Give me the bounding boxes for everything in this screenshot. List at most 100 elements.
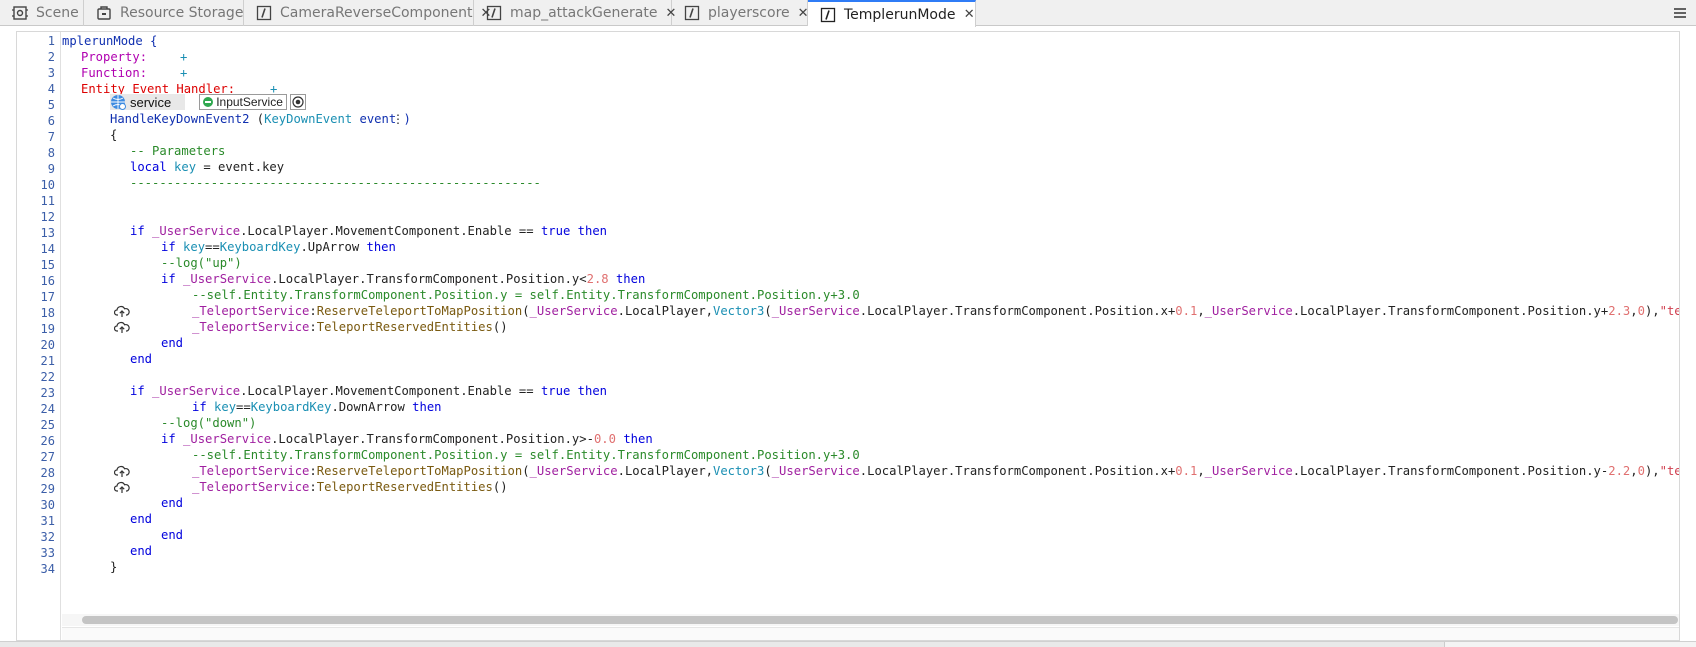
code-line: _TeleportService:TeleportReservedEntitie… [192, 320, 508, 334]
line-number: 14 [40, 242, 55, 256]
code-line: Property: [81, 49, 147, 65]
code-line: local key = event.key [130, 160, 285, 174]
service-type-value: InputService [216, 95, 283, 109]
tab-camerareversecomponent[interactable]: CameraReverseComponent ✕ [244, 0, 491, 26]
code-line: end [130, 352, 153, 366]
line-number: 18 [40, 306, 55, 320]
event-service-row: service InputService [110, 94, 306, 110]
upload-icon[interactable] [113, 319, 130, 335]
line-number: 34 [40, 562, 55, 576]
code-line: Function: [81, 65, 147, 81]
line-number: 23 [40, 386, 55, 400]
line-number: 22 [40, 370, 55, 384]
scene-icon [12, 5, 28, 21]
script-icon [486, 5, 502, 21]
code-line: --self.Entity.TransformComponent.Positio… [192, 448, 860, 462]
line-number: 13 [40, 226, 55, 240]
target-icon[interactable] [289, 94, 306, 110]
hamburger-menu-icon[interactable] [1670, 3, 1690, 23]
service-label: service [130, 94, 172, 110]
tab-scene[interactable]: Scene [0, 0, 84, 26]
line-number: 16 [40, 274, 55, 288]
line-number: 29 [40, 482, 55, 496]
add-property-button[interactable]: + [180, 49, 187, 65]
editor-footer [62, 627, 1679, 640]
code-line: _TeleportService:TeleportReservedEntitie… [192, 480, 508, 494]
close-icon[interactable]: ✕ [798, 6, 809, 21]
upload-icon[interactable] [113, 479, 130, 495]
line-number: 19 [40, 322, 55, 336]
line-number: 32 [40, 530, 55, 544]
handler-name: HandleKeyDownEvent2 [110, 112, 250, 126]
line-number: 9 [47, 162, 55, 176]
remove-service-icon[interactable] [203, 97, 214, 107]
line-number: 17 [40, 290, 55, 304]
line-number: 7 [47, 130, 55, 144]
code-line: if _UserService.LocalPlayer.TransformCom… [161, 432, 653, 446]
line-number: 2 [47, 50, 55, 64]
close-icon[interactable]: ✕ [963, 7, 975, 22]
line-number: 21 [40, 354, 55, 368]
code-line: end [161, 336, 184, 350]
line-number: 28 [40, 466, 55, 480]
function-section-label: Function: [81, 66, 148, 80]
code-area[interactable]: mplerunMode { Property: + Function: + En… [62, 32, 1679, 614]
tab-playerscore[interactable]: playerscore ✕ [672, 0, 809, 26]
tab-label: Scene [36, 5, 79, 21]
line-number: 8 [47, 146, 55, 160]
status-bar-panel [1444, 642, 1696, 647]
code-line: HandleKeyDownEvent2 (KeyDownEvent event … [110, 112, 411, 126]
upload-icon[interactable] [113, 303, 130, 319]
code-line: --log("down") [161, 416, 257, 430]
property-section-label: Property: [81, 50, 148, 64]
line-number: 3 [47, 66, 55, 80]
code-line: end [130, 544, 153, 558]
code-line: --log("up") [161, 256, 242, 270]
code-line: ----------------------------------------… [130, 176, 541, 190]
code-line: end [161, 528, 184, 542]
line-number: 10 [40, 178, 55, 192]
code-line: _TeleportService:ReserveTeleportToMapPos… [192, 304, 1679, 318]
line-number: 20 [40, 338, 55, 352]
tab-resource-storage[interactable]: Resource Storage [84, 0, 244, 26]
code-line: mplerunMode { [62, 34, 158, 48]
line-number: 15 [40, 258, 55, 272]
code-line: end [130, 512, 153, 526]
service-type-field[interactable]: InputService [199, 94, 287, 110]
add-function-button[interactable]: + [180, 65, 187, 81]
line-number: 27 [40, 450, 55, 464]
code-line: if _UserService.LocalPlayer.TransformCom… [161, 272, 646, 286]
line-number: 5 [47, 98, 55, 112]
more-options-icon[interactable]: ⋮ [392, 111, 404, 127]
script-icon [256, 5, 272, 21]
tab-templerunmode[interactable]: TemplerunMode ✕ [808, 0, 976, 27]
globe-icon [110, 94, 126, 110]
code-line: end [161, 496, 184, 510]
tab-label: Resource Storage [120, 5, 244, 21]
upload-icon[interactable] [113, 463, 130, 479]
code-line: _TeleportService:ReserveTeleportToMapPos… [192, 464, 1679, 478]
code-line: --self.Entity.TransformComponent.Positio… [192, 288, 860, 302]
tab-label: CameraReverseComponent [280, 5, 473, 21]
code-line: } [110, 560, 118, 574]
code-line: if _UserService.LocalPlayer.MovementComp… [130, 384, 607, 398]
code-editor[interactable]: 1 2 3 4 5 6 7 8 9 10 11 12 13 14 15 16 17 18 19 20 21 22 23 24 2… [16, 31, 1680, 641]
code-line: if key==KeyboardKey.UpArrow then [161, 240, 396, 254]
tab-label: TemplerunMode [844, 6, 956, 23]
line-number: 12 [40, 210, 55, 224]
horizontal-scrollbar[interactable] [62, 614, 1679, 626]
line-number: 6 [47, 114, 55, 128]
tab-bar: Scene Resource Storage CameraReverseComp… [0, 0, 1696, 27]
service-selector[interactable]: service [110, 94, 186, 110]
line-number: 33 [40, 546, 55, 560]
scrollbar-thumb[interactable] [82, 616, 1678, 624]
code-line: -- Parameters [130, 144, 226, 158]
line-number: 25 [40, 418, 55, 432]
code-line: { [110, 128, 118, 142]
tab-label: playerscore [708, 5, 790, 21]
tab-map-attackgenerate[interactable]: map_attackGenerate ✕ [474, 0, 676, 26]
tab-label: map_attackGenerate [510, 5, 658, 21]
line-number: 11 [40, 194, 55, 208]
line-number: 31 [40, 514, 55, 528]
status-bar [0, 641, 1696, 647]
